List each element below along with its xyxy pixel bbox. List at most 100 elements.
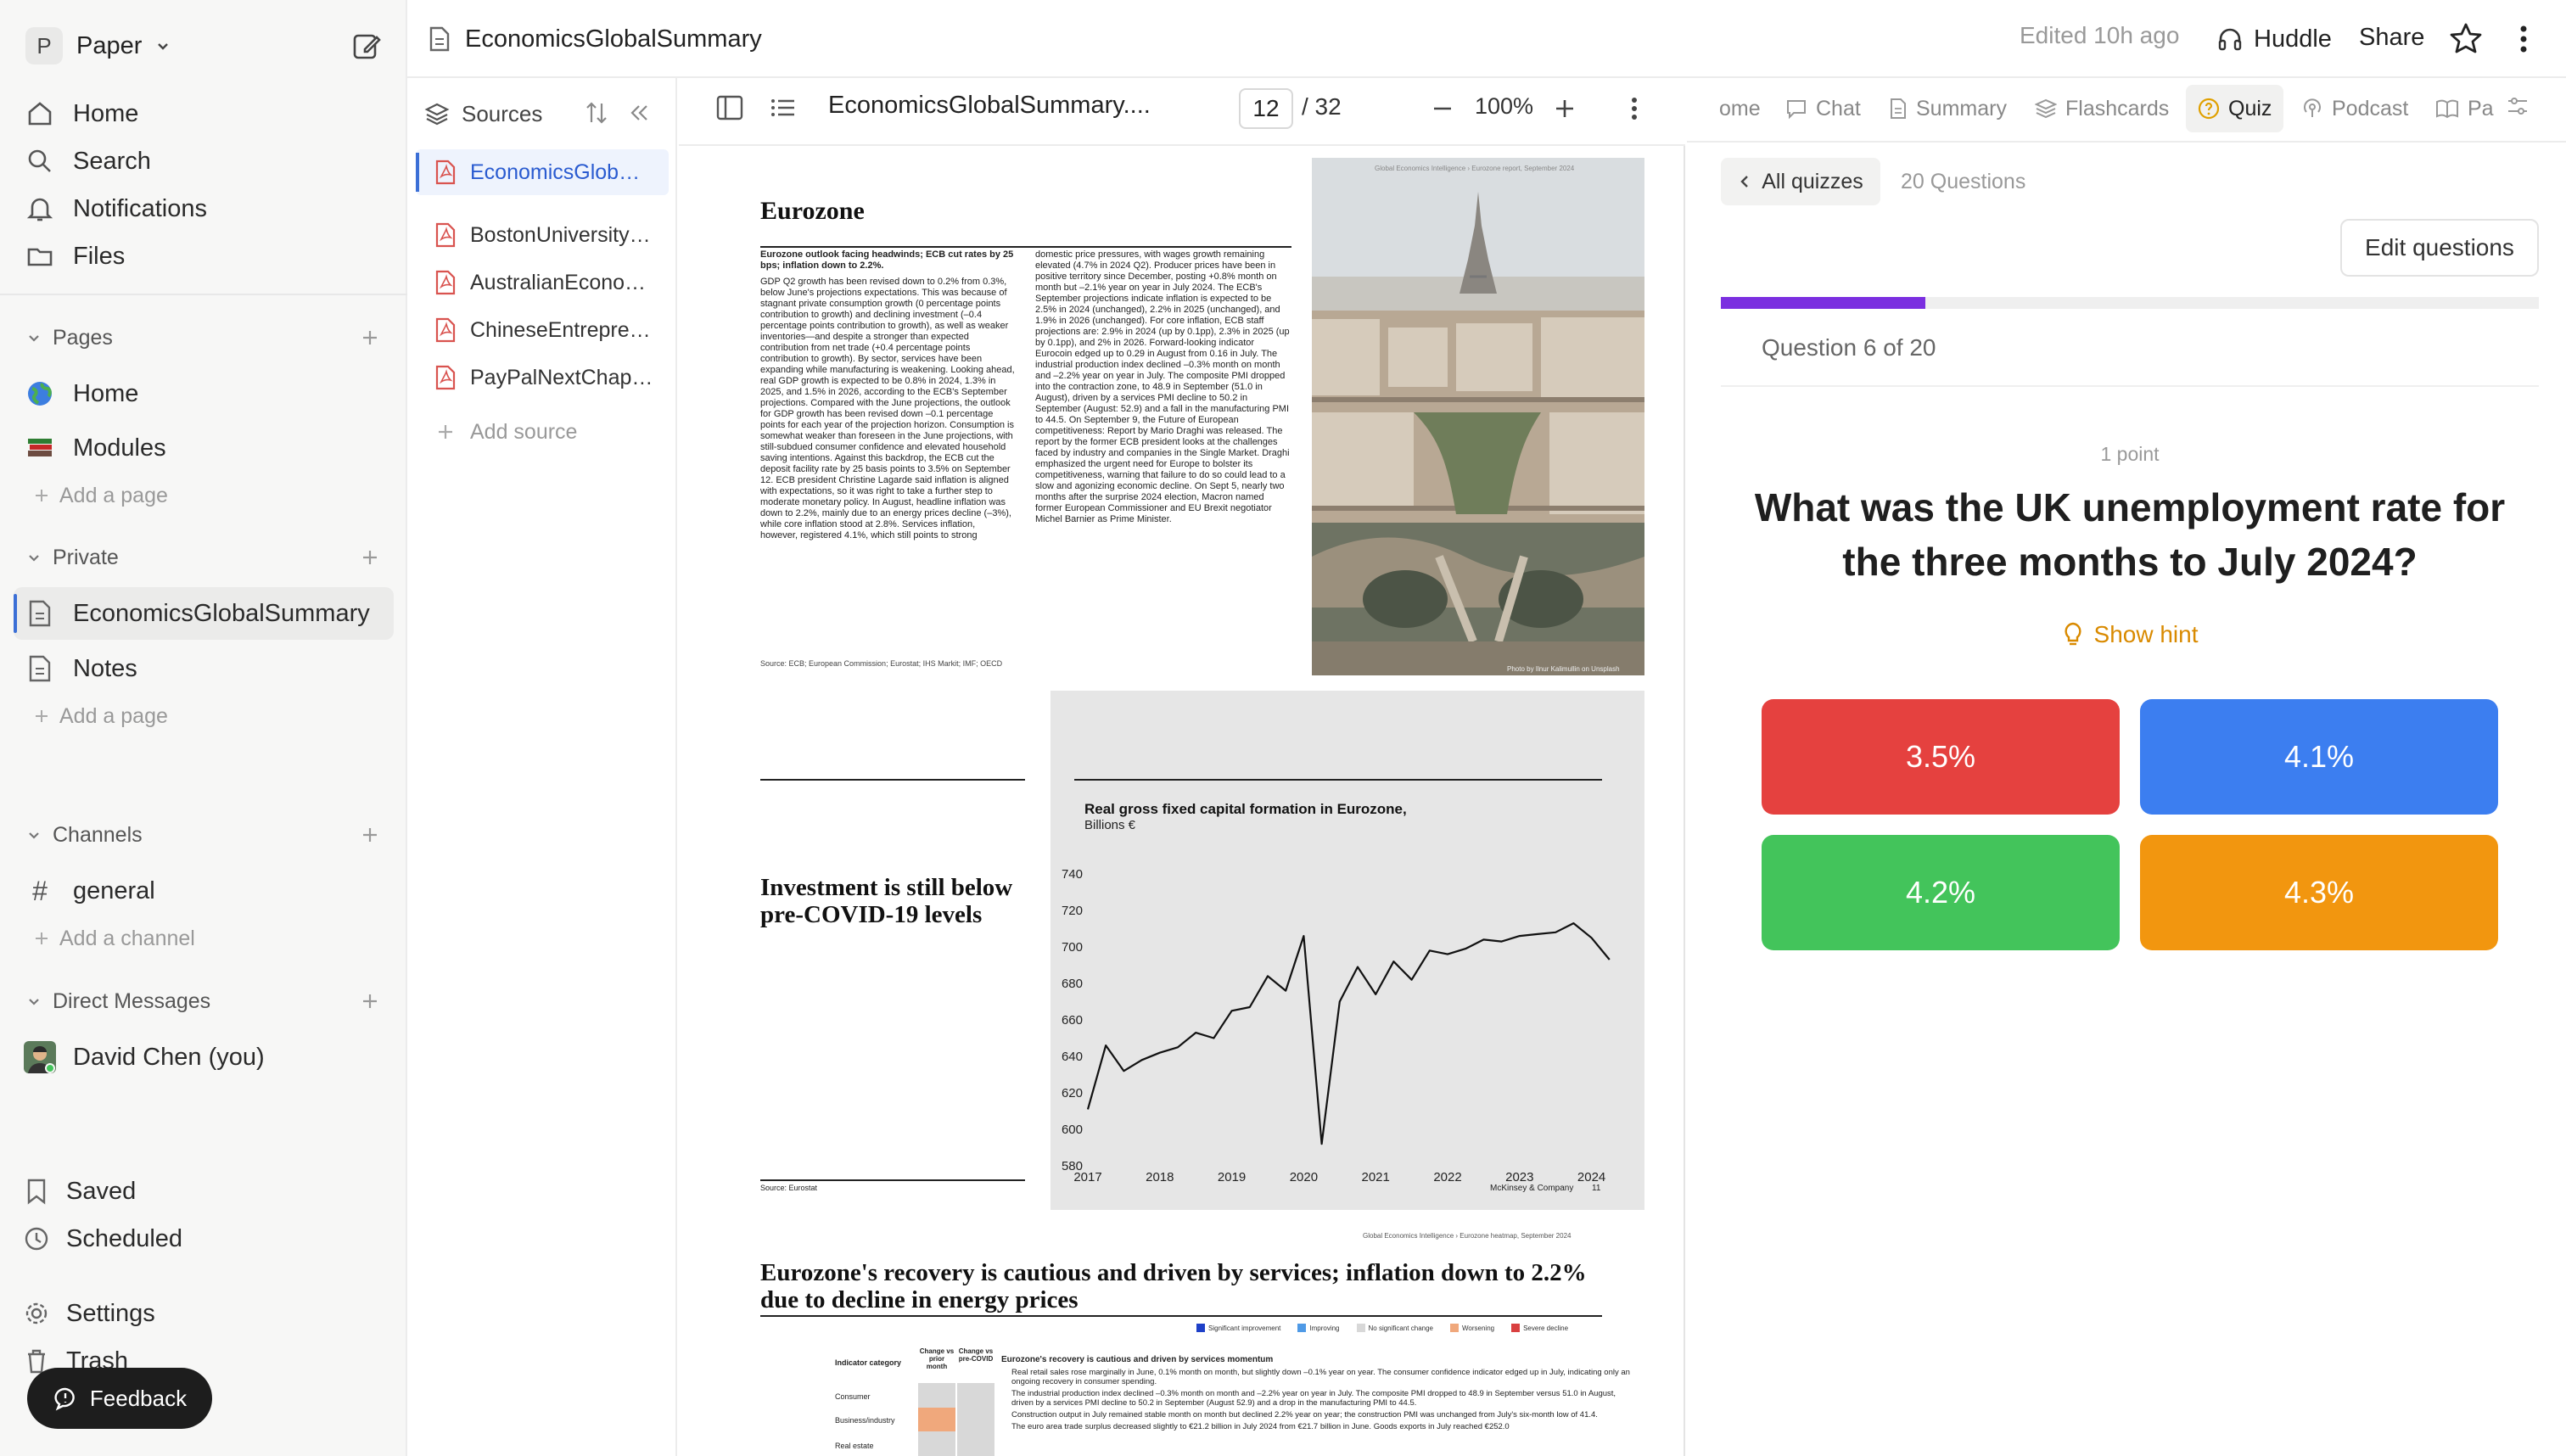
answer-option-c[interactable]: 4.2%	[1762, 835, 2120, 950]
nav-home[interactable]: Home	[24, 92, 138, 136]
question-count: 20 Questions	[1901, 170, 2026, 193]
add-page-plus-icon[interactable]	[356, 324, 384, 351]
tab-home[interactable]: ome	[1719, 85, 1761, 132]
tab-flashcards-label: Flashcards	[2065, 96, 2170, 120]
tab-podcast-label: Podcast	[2332, 96, 2409, 120]
plus-icon	[34, 488, 49, 503]
source-active-indicator	[416, 153, 419, 192]
x-tick-label: 2017	[1073, 1170, 1101, 1184]
add-channel-plus-icon[interactable]	[356, 821, 384, 848]
page-item-notes-label: Notes	[73, 654, 137, 682]
nav-home-label: Home	[73, 99, 139, 127]
collapse-panel-icon[interactable]	[626, 100, 652, 126]
table-row-label: Consumer	[835, 1392, 871, 1401]
page-item-economics[interactable]: EconomicsGlobalSummary	[24, 591, 370, 636]
workspace-switcher[interactable]: P Paper	[25, 25, 171, 66]
pdf-column-2: domestic price pressures, with wages gro…	[1035, 249, 1290, 524]
channel-item-general[interactable]: # general	[24, 869, 155, 913]
question-progress-label: Question 6 of 20	[1762, 334, 1936, 361]
zoom-out-icon[interactable]	[1429, 97, 1456, 120]
add-private-plus-icon[interactable]	[356, 544, 384, 571]
table-header-indicator: Indicator category	[835, 1358, 902, 1367]
source-item[interactable]: AustralianEcono…	[434, 261, 664, 304]
book-open-icon	[2435, 98, 2459, 120]
outline-list-icon[interactable]	[769, 93, 798, 122]
add-private-page-link[interactable]: Add a page	[34, 698, 168, 734]
feedback-button[interactable]: Feedback	[27, 1368, 212, 1429]
zoom-in-icon[interactable]	[1551, 95, 1578, 122]
private-section-header[interactable]: Private	[27, 538, 384, 577]
all-quizzes-button[interactable]: All quizzes	[1721, 158, 1880, 205]
page-total: / 32	[1302, 93, 1342, 120]
channels-section-header[interactable]: Channels	[27, 815, 384, 854]
pages-section-title: Pages	[53, 325, 113, 350]
edited-status: Edited 10h ago	[2020, 22, 2180, 48]
nav-files[interactable]: Files	[24, 234, 125, 278]
nav-scheduled[interactable]: Scheduled	[24, 1217, 182, 1261]
page-item-home[interactable]: Home	[24, 372, 138, 416]
layers-icon	[424, 101, 450, 126]
tab-pages[interactable]: Pa	[2435, 85, 2494, 132]
dm-item-david[interactable]: David Chen (you)	[24, 1035, 265, 1079]
answer-option-b[interactable]: 4.1%	[2140, 699, 2498, 815]
dm-section-header[interactable]: Direct Messages	[27, 982, 384, 1021]
huddle-button[interactable]: Huddle	[2216, 19, 2332, 59]
plus-icon	[434, 423, 457, 441]
document-icon	[1889, 98, 1908, 120]
star-icon[interactable]	[2447, 20, 2485, 58]
search-icon	[24, 145, 56, 177]
tab-settings-icon[interactable]	[2505, 93, 2530, 119]
page-item-modules-label: Modules	[73, 434, 166, 462]
pages-section-header[interactable]: Pages	[27, 318, 384, 357]
globe-icon	[24, 378, 56, 410]
pdf-file-icon	[434, 160, 457, 185]
y-tick-label: 640	[1062, 1050, 1083, 1064]
channels-section-title: Channels	[53, 822, 143, 847]
share-button[interactable]: Share	[2359, 24, 2424, 52]
add-source-button[interactable]: Add source	[434, 411, 664, 453]
answer-option-d[interactable]: 4.3%	[2140, 835, 2498, 950]
source-item[interactable]: ChineseEntrepre…	[434, 309, 664, 351]
nav-notifications[interactable]: Notifications	[24, 187, 207, 231]
nav-search[interactable]: Search	[24, 139, 151, 183]
tab-quiz[interactable]: Quiz	[2186, 85, 2284, 132]
sidebar-toggle-icon[interactable]	[714, 93, 745, 122]
doc-title[interactable]: EconomicsGlobalSummary	[428, 19, 762, 59]
edit-questions-button[interactable]: Edit questions	[2340, 219, 2539, 277]
page-item-economics-label: EconomicsGlobalSummary	[73, 599, 370, 627]
viewer-more-icon[interactable]	[1624, 92, 1644, 126]
tab-flashcards[interactable]: Flashcards	[2035, 85, 2169, 132]
show-hint-button[interactable]: Show hint	[1721, 618, 2539, 652]
tab-podcast[interactable]: Podcast	[2301, 85, 2408, 132]
page-number-input[interactable]: 12	[1239, 88, 1293, 129]
sort-icon[interactable]	[584, 98, 609, 127]
table-row-label: Business/industry	[835, 1416, 895, 1425]
new-page-icon[interactable]	[350, 29, 384, 63]
nav-settings[interactable]: Settings	[24, 1291, 155, 1336]
more-options-icon[interactable]	[2513, 20, 2534, 58]
books-icon	[24, 432, 56, 464]
add-page-link[interactable]: Add a page	[34, 478, 168, 513]
tab-summary[interactable]: Summary	[1889, 85, 2007, 132]
bell-icon	[24, 193, 56, 225]
chat-icon	[1785, 98, 1807, 120]
source-item[interactable]: EconomicsGlob…	[434, 151, 664, 193]
doc-title-label: EconomicsGlobalSummary	[465, 25, 762, 53]
pdf-rule	[760, 779, 1025, 781]
page-item-modules[interactable]: Modules	[24, 426, 166, 470]
source-item[interactable]: BostonUniversity…	[434, 214, 664, 256]
answer-option-a[interactable]: 3.5%	[1762, 699, 2120, 815]
x-tick-label: 2022	[1433, 1170, 1461, 1184]
recovery-title: Eurozone's recovery is cautious and driv…	[760, 1259, 1587, 1313]
chevron-left-icon	[1738, 173, 1751, 190]
source-item[interactable]: PayPalNextChap…	[434, 356, 664, 399]
pdf-header-tag: Global Economics Intelligence › Eurozone…	[1375, 165, 1575, 172]
add-dm-plus-icon[interactable]	[356, 988, 384, 1015]
add-channel-link[interactable]: Add a channel	[34, 921, 195, 956]
tab-chat[interactable]: Chat	[1785, 85, 1861, 132]
nav-files-label: Files	[73, 242, 126, 270]
nav-saved[interactable]: Saved	[24, 1169, 136, 1213]
page-item-notes[interactable]: Notes	[24, 647, 137, 691]
pdf-source-2: Source: Eurostat	[760, 1184, 818, 1192]
pdf-file-icon	[434, 365, 457, 390]
